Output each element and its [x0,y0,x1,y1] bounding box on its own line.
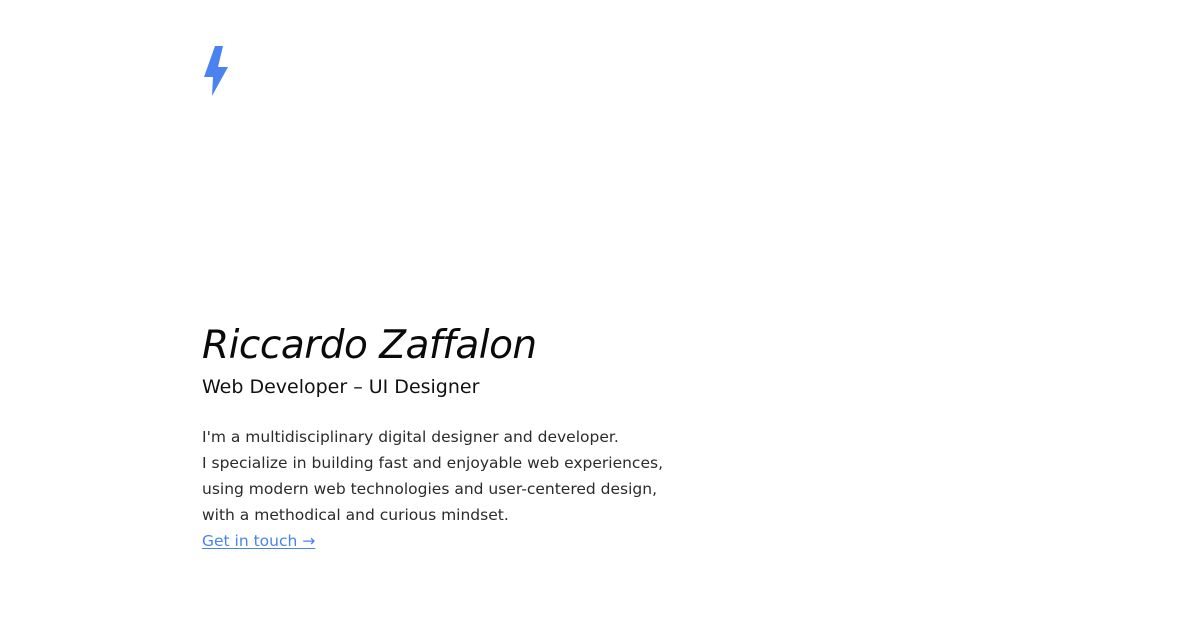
bio-line: using modern web technologies and user-c… [202,480,657,498]
job-title: Web Developer – UI Designer [202,376,480,398]
bio-line: with a methodical and curious mindset. [202,506,509,524]
bio-paragraph: I'm a multidisciplinary digital designer… [202,424,762,554]
get-in-touch-link[interactable]: Get in touch → [202,528,315,554]
lightning-bolt-icon[interactable] [202,46,230,96]
bio-line: I specialize in building fast and enjoya… [202,454,663,472]
hero-section: Riccardo Zaffalon Web Developer – UI Des… [202,322,762,554]
page-title: Riccardo Zaffalon [202,323,537,368]
bio-line: I'm a multidisciplinary digital designer… [202,428,619,446]
